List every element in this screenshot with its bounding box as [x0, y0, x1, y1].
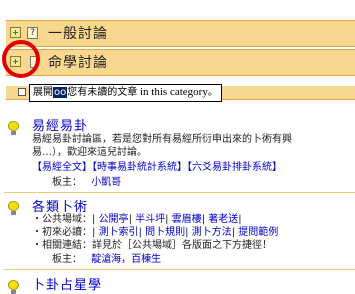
- forum-links: 【易經全文】【時事易卦統計系統】【六爻易卦排卦系統】: [32, 161, 282, 174]
- forum-name[interactable]: 易經易卦: [32, 115, 88, 134]
- forum-description-line1: 易經易卦討論區，若是您對所有易經所衍申出來的卜術有興: [32, 134, 292, 145]
- link-half-dipper[interactable]: 半斗坪: [135, 214, 165, 225]
- moderator-link[interactable]: 小凱哥: [91, 177, 121, 188]
- link-elder-send[interactable]: 著老送: [208, 214, 238, 225]
- link-current-events-stats[interactable]: 【時事易卦統計系統】: [92, 162, 187, 173]
- moderator-label: 板主：: [52, 254, 82, 265]
- intro-label: ・初來必讀：: [32, 227, 92, 238]
- expand-plus-icon[interactable]: [10, 27, 21, 38]
- forum-moderator: 板主： 靛滄海，百棟生: [52, 253, 161, 266]
- collapse-icon[interactable]: [18, 88, 26, 96]
- divider: [4, 269, 355, 270]
- link-public-pavilion[interactable]: 公開亭: [99, 214, 129, 225]
- category-row-general: ? 一般討論: [6, 20, 355, 47]
- tooltip-text: 您有未讀的文章: [67, 87, 138, 98]
- forum-public-links: ・公共場域：| 公開亭| 半斗坪| 雲眉樓| 著老送|: [32, 214, 242, 225]
- forum-status-bulb-icon: [8, 121, 19, 135]
- category-row-fortune: 命學討論: [6, 49, 355, 76]
- link-yijing-fulltext[interactable]: 【易經全文】: [32, 162, 92, 173]
- divider: [4, 192, 355, 193]
- category-title[interactable]: 命學討論: [48, 52, 108, 72]
- link-liuyao-system[interactable]: 【六爻易卦排卦系統】: [187, 162, 282, 173]
- link-cloud-brow[interactable]: 雲眉樓: [172, 214, 202, 225]
- moderator-link[interactable]: 靛滄海，百棟生: [91, 254, 161, 265]
- forum-intro-links: ・初來必讀：| 測卜索引| 問卜規則| 測卜方法| 提問範例: [32, 227, 279, 238]
- public-area-label: ・公共場域：: [32, 214, 92, 225]
- tooltip-suffix: 。: [207, 87, 218, 98]
- link-methods[interactable]: 測卜方法: [192, 227, 232, 238]
- tooltip-prefix: 展開: [33, 87, 53, 98]
- help-icon[interactable]: ?: [27, 27, 38, 39]
- forum-status-bulb-icon: [8, 201, 19, 215]
- tooltip-english: in this category: [137, 86, 208, 98]
- link-examples[interactable]: 提問範例: [238, 227, 278, 238]
- forum-related-links: ・相關連結：詳見於［公共場域］各版面之下方捷徑！: [32, 240, 272, 251]
- forum-name[interactable]: 卜卦占星學: [32, 274, 102, 293]
- moderator-label: 板主：: [52, 177, 82, 188]
- tooltip-highlight: oo: [53, 87, 68, 98]
- link-rules[interactable]: 問卜規則: [145, 227, 185, 238]
- forum-description-line2: 易…），歡迎來這兒討論。: [32, 147, 147, 158]
- tooltip: 展開oo您有未讀的文章 in this category。: [29, 84, 222, 102]
- forum-status-bulb-icon: [8, 280, 19, 294]
- forum-moderator: 板主： 小凱哥: [52, 176, 121, 189]
- highlight-circle-annotation: [2, 40, 40, 78]
- category-title[interactable]: 一般討論: [48, 23, 108, 43]
- link-index[interactable]: 測卜索引: [99, 227, 139, 238]
